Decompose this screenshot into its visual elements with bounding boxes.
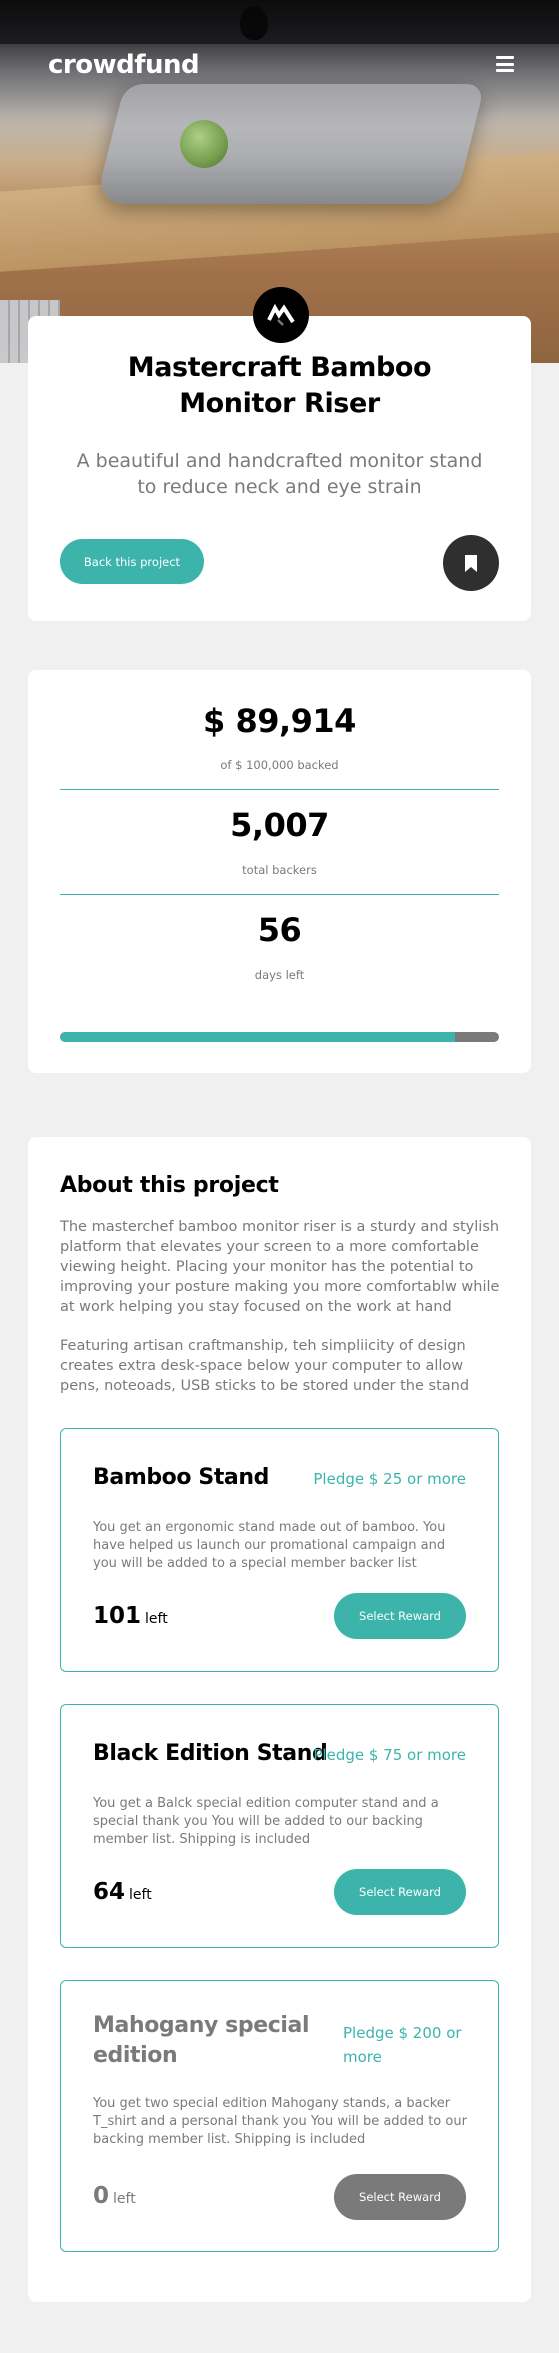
pledge-remaining: 101 left: [93, 1603, 168, 1629]
project-intro-card: Mastercraft Bamboo Monitor Riser A beaut…: [28, 316, 531, 621]
pledge-remaining: 0 left: [93, 2183, 136, 2209]
pledge-remaining-label: left: [129, 1887, 152, 1903]
select-reward-button[interactable]: Select Reward: [334, 1869, 466, 1915]
pledge-remaining-count: 64: [93, 1879, 126, 1905]
back-project-button[interactable]: Back this project: [60, 539, 204, 584]
pledge-description: You get an ergonomic stand made out of b…: [93, 1520, 446, 1571]
about-paragraph: Featuring artisan craftmanship, teh simp…: [60, 1338, 470, 1394]
funding-progress-fill: [60, 1032, 455, 1042]
pledge-description: You get two special edition Mahogany sta…: [93, 2096, 467, 2147]
pledge-remaining: 64 left: [93, 1879, 152, 1905]
project-title: Mastercraft Bamboo Monitor Riser: [127, 352, 432, 419]
pledge-remaining-count: 101: [93, 1603, 142, 1629]
bookmark-button[interactable]: [443, 535, 499, 591]
about-heading: About this project: [60, 1173, 279, 1198]
mastercraft-logo-icon: [253, 287, 309, 343]
pledge-amount: Pledge $ 75 or more: [313, 1746, 466, 1764]
pledge-title: Bamboo Stand: [93, 1465, 269, 1490]
pledge-remaining-label: left: [113, 2191, 136, 2207]
pledge-card-mahogany: Mahogany special edition Pledge $ 200 or…: [60, 1980, 499, 2252]
backers-label: total backers: [242, 863, 317, 877]
days-left: 56: [257, 911, 302, 949]
project-subtitle: A beautiful and handcrafted monitor stan…: [76, 450, 483, 498]
about-card: About this project The masterchef bamboo…: [28, 1137, 531, 2302]
pledge-card-black-edition: Black Edition Stand Pledge $ 75 or more …: [60, 1704, 499, 1948]
pledge-title: Mahogany special edition: [93, 2013, 310, 2068]
pledge-title: Black Edition Stand: [93, 1741, 328, 1766]
pledge-description: You get a Balck special edition computer…: [93, 1796, 439, 1847]
total-backers: 5,007: [230, 806, 329, 844]
select-reward-button[interactable]: Select Reward: [334, 1593, 466, 1639]
pledge-amount: Pledge $ 200 or more: [343, 2024, 462, 2066]
backed-amount: $ 89,914: [203, 702, 356, 740]
backed-label: of $ 100,000 backed: [220, 758, 339, 772]
site-logo[interactable]: crowdfund: [48, 50, 200, 80]
hamburger-menu-icon[interactable]: [496, 56, 514, 72]
funding-progress-bar: [60, 1032, 499, 1042]
bookmark-icon: [465, 554, 477, 572]
days-label: days left: [254, 968, 305, 982]
about-paragraph: The masterchef bamboo monitor riser is a…: [60, 1219, 500, 1315]
stats-card: $ 89,914 of $ 100,000 backed 5,007 total…: [28, 670, 531, 1073]
select-reward-button-disabled[interactable]: Select Reward: [334, 2174, 466, 2220]
pledge-remaining-count: 0: [93, 2183, 110, 2209]
pledge-amount: Pledge $ 25 or more: [313, 1470, 466, 1488]
pledge-remaining-label: left: [145, 1611, 168, 1627]
stats-divider: [60, 789, 499, 790]
stats-divider: [60, 894, 499, 895]
pledge-card-bamboo: Bamboo Stand Pledge $ 25 or more You get…: [60, 1428, 499, 1672]
